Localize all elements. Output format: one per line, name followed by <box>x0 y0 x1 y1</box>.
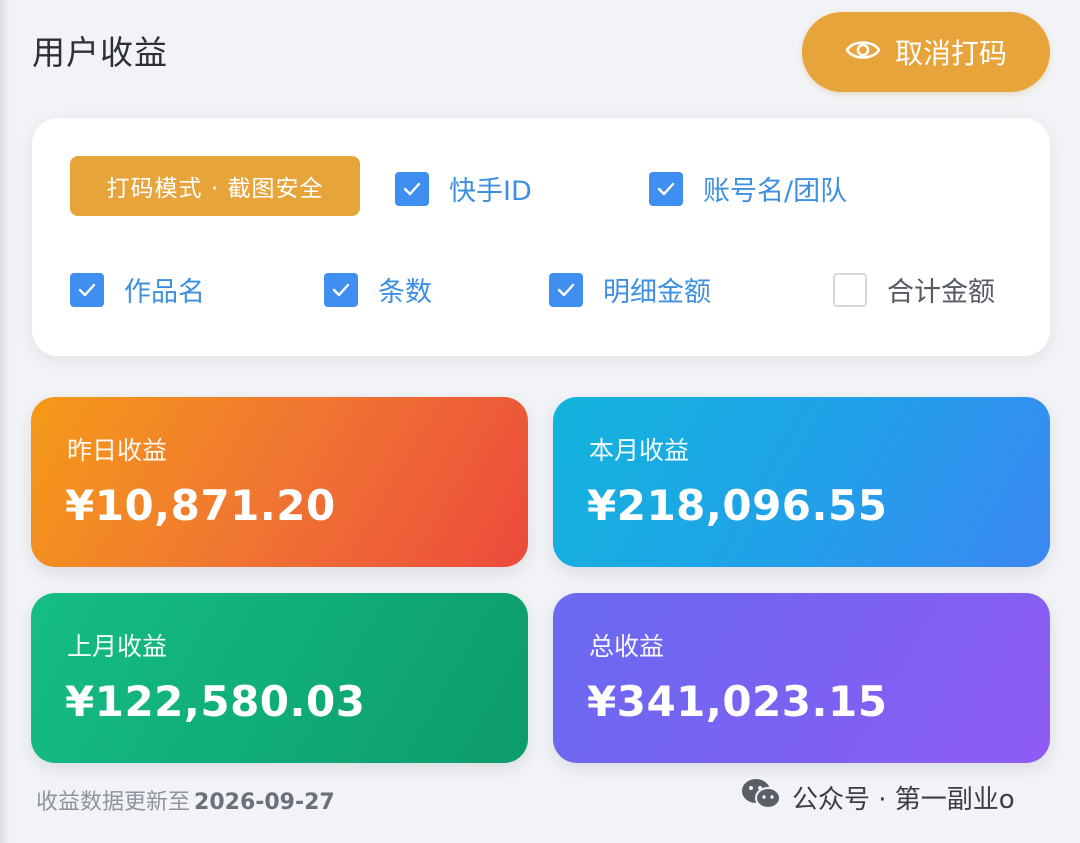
yesterday-earnings-card: 昨日收益 ¥10,871.20 <box>31 397 528 567</box>
checkbox-checked[interactable] <box>649 171 683 206</box>
cancel-mask-label: 取消打码 <box>894 37 1007 70</box>
checkbox-checked[interactable] <box>324 272 358 307</box>
option-label: 快手ID <box>449 176 532 207</box>
option-label: 合计金额 <box>887 277 995 308</box>
option-account-team[interactable]: 账号名/团队 <box>649 169 847 208</box>
option-total-amount[interactable]: 合计金额 <box>833 270 995 309</box>
option-work-name[interactable]: 作品名 <box>70 270 205 309</box>
this-month-earnings-card: 本月收益 ¥218,096.55 <box>553 397 1050 567</box>
watermark-text: 公众号 · 第一副业o <box>792 785 1015 815</box>
option-detail-amount[interactable]: 明细金额 <box>549 270 711 309</box>
page: 用户收益 取消打码 打码模式 · 截图安全 快手ID 账号名/团队 作品名 条数… <box>0 0 1080 843</box>
option-label: 作品名 <box>124 277 205 308</box>
option-label: 明细金额 <box>603 277 711 308</box>
last-month-earnings-card: 上月收益 ¥122,580.03 <box>31 593 528 763</box>
checkbox-checked[interactable] <box>395 171 429 206</box>
mask-mode-badge: 打码模式 · 截图安全 <box>70 156 360 216</box>
option-kuaishou-id[interactable]: 快手ID <box>395 169 532 208</box>
eye-icon <box>845 36 881 69</box>
wechat-icon <box>740 776 782 819</box>
total-earnings-card: 总收益 ¥341,023.15 <box>553 593 1050 763</box>
checkmark-icon <box>557 283 575 296</box>
option-count[interactable]: 条数 <box>324 270 432 309</box>
card-amount: ¥341,023.15 <box>587 677 888 726</box>
card-amount: ¥122,580.03 <box>65 677 366 726</box>
option-label: 账号名/团队 <box>703 176 848 207</box>
card-amount: ¥218,096.55 <box>587 481 888 530</box>
checkmark-icon <box>78 283 96 296</box>
card-label: 上月收益 <box>67 632 168 661</box>
update-note: 收益数据更新至 2026-09-27 <box>36 784 335 816</box>
card-amount: ¥10,871.20 <box>65 481 336 530</box>
card-label: 本月收益 <box>589 436 690 465</box>
watermark: 公众号 · 第一副业o <box>740 776 1015 819</box>
left-edge-shadow <box>0 0 10 843</box>
option-label: 条数 <box>378 277 432 308</box>
update-note-label: 收益数据更新至 <box>36 790 191 815</box>
checkmark-icon <box>403 182 421 195</box>
card-label: 总收益 <box>589 632 665 661</box>
checkbox-checked[interactable] <box>70 272 104 307</box>
update-date: 2026-09-27 <box>194 790 335 815</box>
card-label: 昨日收益 <box>67 436 168 465</box>
page-title: 用户收益 <box>32 33 168 72</box>
cancel-mask-button[interactable]: 取消打码 <box>802 12 1050 92</box>
mask-options-panel: 打码模式 · 截图安全 快手ID 账号名/团队 作品名 条数 明细金额 合计金额 <box>32 118 1050 356</box>
checkbox-checked[interactable] <box>549 272 583 307</box>
checkmark-icon <box>332 283 350 296</box>
checkbox-unchecked[interactable] <box>833 272 867 307</box>
checkmark-icon <box>657 182 675 195</box>
